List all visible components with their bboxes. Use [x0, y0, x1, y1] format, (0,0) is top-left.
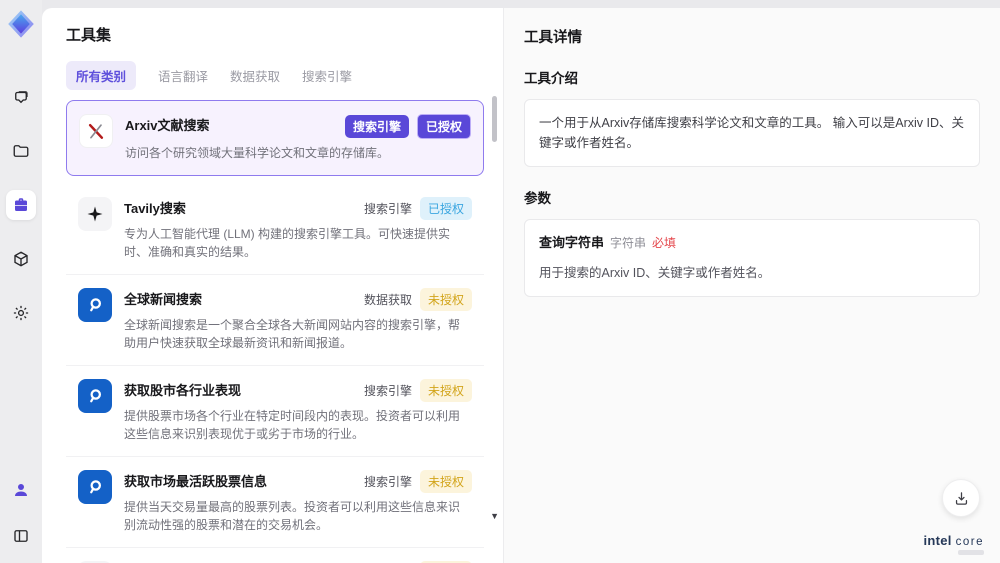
tool-detail-panel: 工具详情 工具介绍 一个用于从Arxiv存储库搜索科学论文和文章的工具。 输入可…: [503, 8, 1000, 563]
param-description: 用于搜索的Arxiv ID、关键字或作者姓名。: [539, 265, 771, 280]
tool-card-sector-performance[interactable]: 获取股市各行业表现 搜索引擎 未授权 提供股票市场各个行业在特定时间段内的表现。…: [66, 366, 484, 457]
category-badge: 搜索引擎: [363, 475, 412, 489]
core-wordmark: core: [955, 536, 984, 548]
params-heading: 参数: [524, 191, 551, 206]
stock-search-logo-icon: [78, 470, 112, 504]
page-title: 工具集: [66, 27, 112, 44]
tool-description: 访问各个研究领域大量科学论文和文章的存储库。: [125, 146, 390, 160]
sidebar-item-chat[interactable]: [6, 82, 36, 112]
param-box: 查询字符串 字符串 必填 用于搜索的Arxiv ID、关键字或作者姓名。: [524, 219, 980, 297]
category-badge: 搜索引擎: [363, 202, 412, 216]
sidebar-item-packages[interactable]: [6, 244, 36, 274]
toolbox-icon: [15, 198, 27, 211]
tavily-logo-icon: [78, 197, 112, 231]
tool-card-tavily[interactable]: Tavily搜索 搜索引擎 已授权 专为人工智能代理 (LLM) 构建的搜索引擎…: [66, 184, 484, 275]
intro-box: 一个用于从Arxiv存储库搜索科学论文和文章的工具。 输入可以是Arxiv ID…: [524, 99, 980, 167]
tool-card-regional-news[interactable]: 万维地区新闻查询 搜索引擎 未授权 查询具体行政区划内的新闻，快速了解各地新闻动: [66, 548, 484, 563]
intel-wordmark: intel: [923, 533, 952, 548]
auth-status-badge: 未授权: [419, 288, 472, 311]
sidebar-item-files[interactable]: [6, 136, 36, 166]
tool-description: 专为人工智能代理 (LLM) 构建的搜索引擎工具。可快速提供实时、准确和真实的结…: [124, 227, 451, 259]
user-icon: [15, 484, 27, 496]
sidebar-collapse-button[interactable]: [6, 521, 36, 551]
auth-status-badge: 已授权: [416, 114, 471, 139]
auth-status-badge: 已授权: [419, 197, 472, 220]
sidebar-item-settings[interactable]: [6, 298, 36, 328]
list-scrollbar-thumb[interactable]: [492, 96, 497, 142]
main-content: 工具集 所有类别 语言翻译 数据获取 搜索引擎 Arxiv文献搜索 搜索引擎 已…: [42, 8, 1000, 563]
param-required-flag: 必填: [652, 236, 677, 250]
category-badge: 数据获取: [363, 293, 412, 307]
tool-name: 全球新闻搜索: [124, 292, 203, 307]
tab-data-fetching[interactable]: 数据获取: [230, 61, 280, 90]
gear-icon: [13, 305, 29, 321]
category-badge: 搜索引擎: [363, 384, 412, 398]
stock-search-logo-icon: [78, 379, 112, 413]
tool-name: Arxiv文献搜索: [125, 118, 210, 133]
arxiv-logo-icon: [79, 114, 113, 148]
download-button[interactable]: [942, 479, 980, 517]
detail-title: 工具详情: [524, 30, 582, 46]
tool-list: Arxiv文献搜索 搜索引擎 已授权 访问各个研究领域大量科学论文和文章的存储库…: [66, 100, 484, 563]
param-header: 查询字符串 字符串 必填: [539, 233, 965, 254]
tool-card-arxiv[interactable]: Arxiv文献搜索 搜索引擎 已授权 访问各个研究领域大量科学论文和文章的存储库…: [66, 100, 484, 176]
tool-description: 提供股票市场各个行业在特定时间段内的表现。投资者可以利用这些信息来识别表现优于或…: [124, 409, 461, 441]
tool-card-global-news[interactable]: 全球新闻搜索 数据获取 未授权 全球新闻搜索是一个聚合全球各大新闻网站内容的搜索…: [66, 275, 484, 366]
package-icon: [14, 251, 28, 267]
tool-description: 提供当天交易量最高的股票列表。投资者可以利用这些信息来识别流动性强的股票和潜在的…: [124, 500, 461, 532]
news-search-logo-icon: [78, 288, 112, 322]
scroll-down-arrow-icon[interactable]: ▼: [490, 511, 499, 521]
param-type: 字符串: [610, 236, 647, 250]
folder-icon: [13, 145, 29, 157]
auth-status-badge: 未授权: [419, 470, 472, 493]
intel-core-logo: intel core: [923, 533, 984, 555]
tab-search-engine[interactable]: 搜索引擎: [302, 61, 352, 90]
param-name: 查询字符串: [539, 235, 605, 250]
category-tabs: 所有类别 语言翻译 数据获取 搜索引擎: [66, 61, 503, 90]
panel-layout-icon: [14, 530, 28, 542]
category-badge: 搜索引擎: [344, 115, 409, 138]
tool-name: 获取市场最活跃股票信息: [124, 474, 268, 489]
tab-language-translation[interactable]: 语言翻译: [158, 61, 208, 90]
tool-list-panel: 工具集 所有类别 语言翻译 数据获取 搜索引擎 Arxiv文献搜索 搜索引擎 已…: [42, 8, 503, 563]
sidebar-item-account[interactable]: [6, 475, 36, 505]
sidebar-item-toolbox[interactable]: [6, 190, 36, 220]
download-icon: [955, 491, 967, 505]
tool-name: Tavily搜索: [124, 201, 186, 216]
tab-all-categories[interactable]: 所有类别: [66, 61, 137, 90]
chat-icon: [15, 91, 28, 104]
tool-description: 全球新闻搜索是一个聚合全球各大新闻网站内容的搜索引擎，帮助用户快速获取全球最新资…: [124, 318, 461, 350]
tool-name: 获取股市各行业表现: [124, 383, 242, 398]
tool-card-active-stocks[interactable]: 获取市场最活跃股票信息 搜索引擎 未授权 提供当天交易量最高的股票列表。投资者可…: [66, 457, 484, 548]
intro-heading: 工具介绍: [524, 71, 578, 86]
intel-logo-accent: [958, 550, 984, 555]
auth-status-badge: 未授权: [419, 379, 472, 402]
app-logo-icon: [8, 10, 34, 38]
sidebar: [0, 0, 42, 563]
